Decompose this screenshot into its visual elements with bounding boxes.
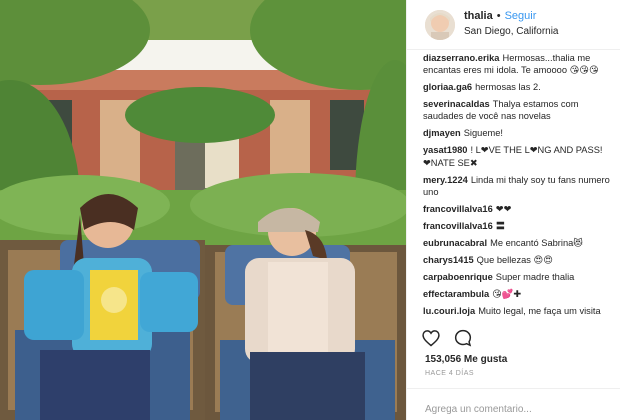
comment-text: Sigueme! [463,128,503,139]
comments-list[interactable]: diazserrano.erika Hermosas...thalia me en… [423,52,612,318]
comment: carpaboenrique Super madre thalia [423,271,612,283]
post-actions [421,326,611,350]
comment-text: 😘💕✚ [492,289,522,300]
comment: severinacaldas Thalya estamos com saudade… [423,98,612,122]
photo-illustration [0,0,406,420]
comment-text: Super madre thalia [495,272,575,283]
add-comment-bar [407,388,620,420]
comment-text: ❤❤ [495,203,512,214]
avatar[interactable] [425,9,455,40]
avatar-image [425,9,455,40]
comment: francovillalva16 〓 [423,220,612,232]
post-timestamp[interactable]: HACE 4 DÍAS [425,370,474,377]
post-location[interactable]: San Diego, California [464,26,559,39]
comment: francovillalva16 ❤❤ [423,203,612,215]
post-author-info: thalia • Seguir San Diego, California [464,10,559,38]
comment: diazserrano.erika Hermosas...thalia me en… [423,52,612,76]
comment: djmayen Sigueme! [423,127,612,139]
comment-username[interactable]: mery.1224 [423,175,468,185]
comment-text: Me encantó Sabrina😻 [490,237,583,248]
comment: mery.1224 Linda mi thaly soy tu fans nume… [423,174,612,198]
post-side-panel: thalia • Seguir San Diego, California diaz… [406,0,620,420]
follow-button[interactable]: Seguir [505,10,537,22]
comment-username[interactable]: carpaboenrique [423,272,493,282]
likes-count[interactable]: 153,056 Me gusta [425,354,507,365]
comment-input[interactable] [425,404,595,415]
comment-username[interactable]: diazserrano.erika [423,53,499,63]
comment-username[interactable]: effectarambula [423,289,489,299]
comment: gloriaa.ga6 hermosas las 2. [423,81,612,93]
post-header: thalia • Seguir San Diego, California [407,0,620,50]
comment-text: 〓 [495,220,506,231]
separator-dot: • [496,10,501,23]
comment-username[interactable]: lu.couri.loja [423,306,475,316]
comment-username[interactable]: gloriaa.ga6 [423,82,472,92]
comment-username[interactable]: francovillalva16 [423,204,493,214]
comment-username[interactable]: djmayen [423,128,461,138]
comment: lu.couri.loja Muito legal, me faça um vis… [423,305,612,318]
speech-bubble-icon[interactable] [453,328,473,348]
comment-username[interactable]: eubrunacabral [423,238,487,248]
comment: charys1415 Que bellezas 😍😍 [423,254,612,266]
comment-text: Que bellezas 😍😍 [476,255,553,266]
heart-icon[interactable] [421,328,441,348]
comment: eubrunacabral Me encantó Sabrina😻 [423,237,612,249]
post-photo[interactable] [0,0,406,420]
comment: effectarambula 😘💕✚ [423,288,612,300]
author-username[interactable]: thalia [464,10,493,22]
comment-username[interactable]: severinacaldas [423,99,490,109]
comment-username[interactable]: francovillalva16 [423,221,493,231]
comment-username[interactable]: charys1415 [423,255,474,265]
comment-text: hermosas las 2. [475,82,541,93]
comment-username[interactable]: yasat1980 [423,145,467,155]
comment: yasat1980! L❤VE THE L❤NG AND PASS! ❤NATE… [423,144,612,168]
